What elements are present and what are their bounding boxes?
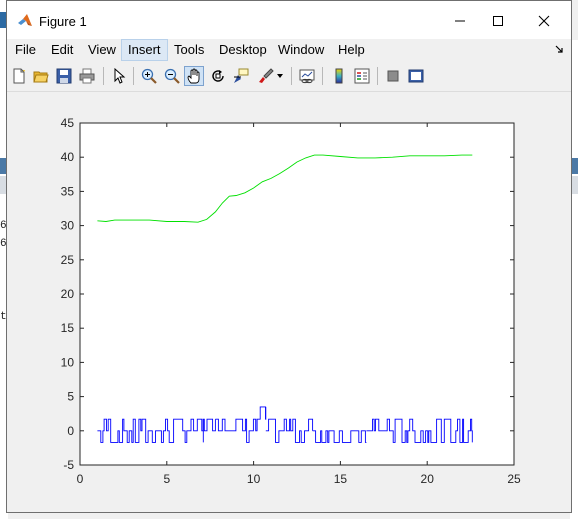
y-tick-label: 45 xyxy=(61,116,75,130)
y-tick-label: 35 xyxy=(61,184,75,198)
x-tick-label: 20 xyxy=(421,472,435,486)
x-tick-label: 15 xyxy=(334,472,348,486)
y-tick-label: 40 xyxy=(61,150,75,164)
y-tick-label: 20 xyxy=(61,287,75,301)
y-tick-label: 10 xyxy=(61,355,75,369)
y-tick-label: 25 xyxy=(61,253,75,267)
x-tick-label: 0 xyxy=(77,472,84,486)
axes-background xyxy=(79,122,515,466)
x-tick-label: 5 xyxy=(163,472,170,486)
x-tick-label: 10 xyxy=(247,472,261,486)
x-tick-label: 25 xyxy=(507,472,521,486)
y-tick-label: 15 xyxy=(61,321,75,335)
y-tick-label: 5 xyxy=(67,390,74,404)
axes[interactable]: 0 5 10 15 20 25-5051015202530354045 xyxy=(0,0,578,519)
y-tick-label: 30 xyxy=(61,219,75,233)
y-tick-label: -5 xyxy=(63,458,74,472)
y-tick-label: 0 xyxy=(67,424,74,438)
